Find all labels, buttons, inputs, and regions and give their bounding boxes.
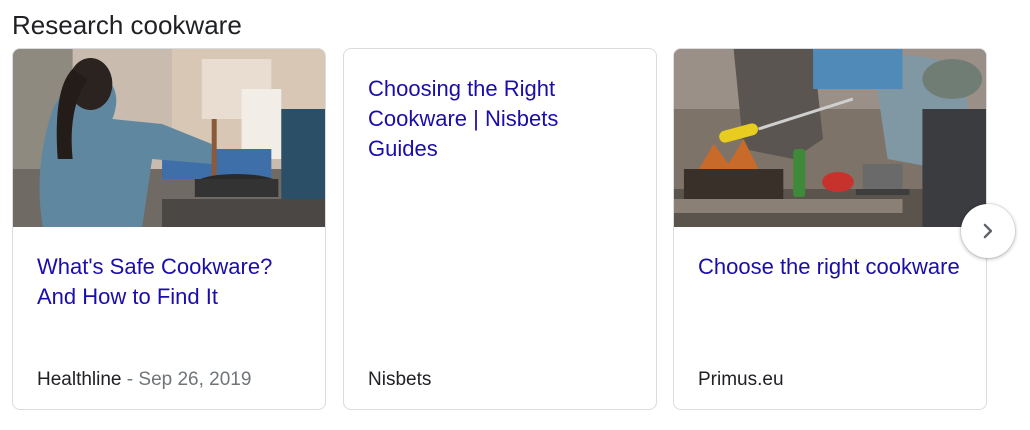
- article-title-link[interactable]: Choosing the Right Cookware | Nisbets Gu…: [368, 74, 632, 164]
- chevron-right-icon: [983, 223, 993, 239]
- article-title-link[interactable]: Choose the right cookware: [698, 252, 962, 282]
- article-card-healthline[interactable]: What's Safe Cookware? And How to Find It…: [12, 48, 326, 410]
- source-name: Healthline: [37, 369, 122, 390]
- article-date: Sep 26, 2019: [138, 369, 252, 390]
- article-title-link[interactable]: What's Safe Cookware? And How to Find It: [37, 252, 301, 312]
- section-title: Research cookware: [12, 10, 242, 40]
- article-thumbnail[interactable]: [13, 49, 325, 227]
- source-name: Nisbets: [368, 369, 432, 390]
- article-card-primus[interactable]: Choose the right cookware Primus.eu: [673, 48, 987, 410]
- article-thumbnail[interactable]: [674, 49, 986, 227]
- source-separator: -: [121, 369, 139, 390]
- cooking-photo: [13, 49, 325, 227]
- article-card-nisbets[interactable]: Choosing the Right Cookware | Nisbets Gu…: [343, 48, 657, 410]
- campfire-photo: [674, 49, 986, 227]
- next-button[interactable]: [961, 204, 1015, 258]
- article-source: Nisbets: [368, 367, 431, 393]
- article-source: Healthline - Sep 26, 2019: [37, 367, 251, 393]
- source-name: Primus.eu: [698, 369, 784, 390]
- article-source: Primus.eu: [698, 367, 784, 393]
